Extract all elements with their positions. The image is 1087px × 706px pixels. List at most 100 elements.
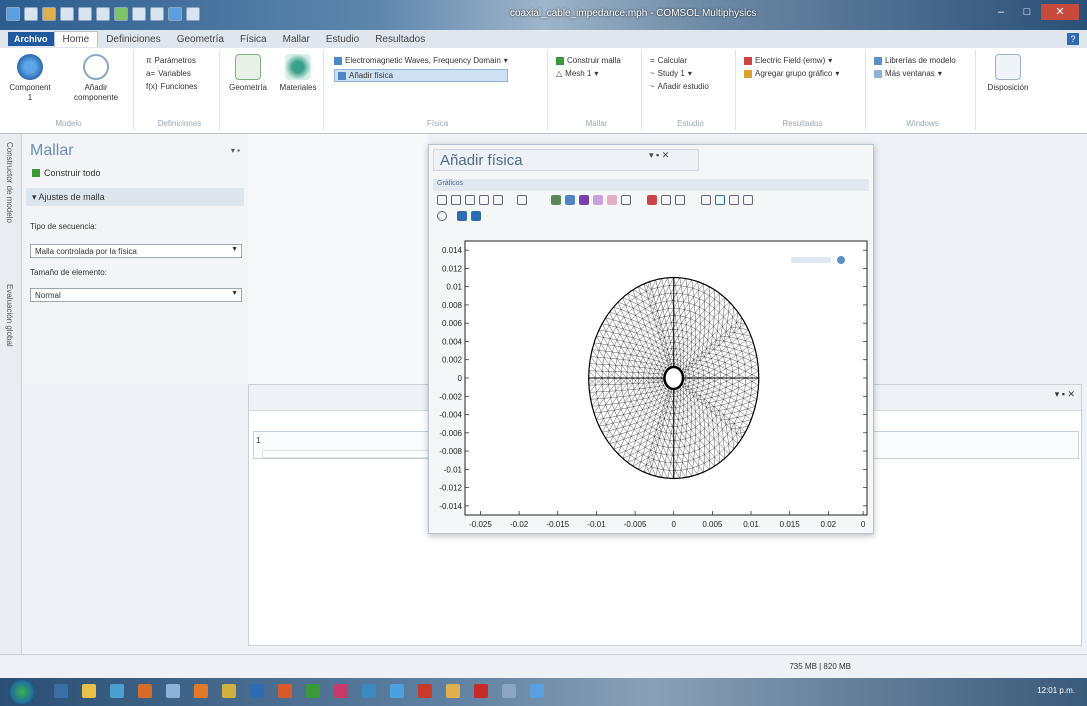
app-icon[interactable] <box>502 684 516 698</box>
select-all-icon[interactable] <box>647 195 657 205</box>
chevron-down-icon: ▾ <box>937 69 942 78</box>
ie-icon[interactable] <box>54 684 68 698</box>
layout-button[interactable]: Disposición <box>986 54 1030 93</box>
copy-icon[interactable] <box>114 7 128 21</box>
undo-icon[interactable] <box>78 7 92 21</box>
help-icon[interactable]: ? <box>1067 33 1079 45</box>
powerpoint-icon[interactable] <box>278 684 292 698</box>
geometry-button[interactable]: Geometría <box>226 54 270 93</box>
app-icon[interactable] <box>166 684 180 698</box>
clear-selection-icon[interactable] <box>621 195 631 205</box>
pin-close-icon[interactable]: ▾ ▪ ✕ <box>1055 389 1075 400</box>
app-icon[interactable] <box>334 684 348 698</box>
physics-interface-button[interactable]: Electromagnetic Waves, Frequency Domain ▾ <box>334 56 508 65</box>
element-size-select[interactable]: Normal ▼ <box>30 288 242 302</box>
add-physics-button[interactable]: Añadir física <box>334 69 508 82</box>
select-object-icon[interactable] <box>551 195 561 205</box>
explorer-icon[interactable] <box>82 684 96 698</box>
build-all-button[interactable]: Construir todo <box>32 168 101 178</box>
new-file-icon[interactable] <box>24 7 38 21</box>
app-icon[interactable] <box>222 684 236 698</box>
add-component-button[interactable]: Añadir componente <box>66 54 126 103</box>
tab-mallar[interactable]: Mallar <box>275 32 318 47</box>
grid-toggle-icon[interactable] <box>743 195 753 205</box>
functions-button[interactable]: f(x) Funciones <box>146 82 197 91</box>
file-tab[interactable]: Archivo <box>8 32 54 46</box>
save-icon[interactable] <box>60 7 74 21</box>
open-file-icon[interactable] <box>42 7 56 21</box>
study-select[interactable]: ~ Study 1 ▾ <box>650 69 709 78</box>
group-modelo-label: Modelo <box>55 119 82 128</box>
more-windows-button[interactable]: Más ventanas ▾ <box>874 69 956 78</box>
media-icon[interactable] <box>110 684 124 698</box>
component-button[interactable]: Component 1 <box>8 54 52 103</box>
tab-home[interactable]: Home <box>53 31 99 47</box>
maximize-icon[interactable]: □ <box>1015 4 1039 20</box>
app-icon[interactable] <box>446 684 460 698</box>
tab-estudio[interactable]: Estudio <box>318 32 367 47</box>
window-pin-icon[interactable]: ▾ ▪ ✕ <box>649 150 669 161</box>
model-libraries-button[interactable]: Librerías de modelo <box>874 56 956 65</box>
materials-button[interactable]: Materiales <box>276 54 320 93</box>
physics-label: Electromagnetic Waves, Frequency Domain <box>345 56 501 65</box>
zoom-out-icon[interactable] <box>451 195 461 205</box>
hide-icon[interactable] <box>675 195 685 205</box>
scene-light-icon[interactable] <box>701 195 711 205</box>
invert-selection-icon[interactable] <box>661 195 671 205</box>
mesh-settings-section[interactable]: ▾ Ajustes de malla <box>26 188 244 206</box>
zoom-in-icon[interactable] <box>437 195 447 205</box>
parameters-button[interactable]: π Parámetros <box>146 56 197 65</box>
comsol-logo-icon[interactable] <box>6 7 20 21</box>
minimize-icon[interactable]: – <box>989 4 1013 20</box>
sequence-type-select[interactable]: Malla controlada por la física ▼ <box>30 244 242 258</box>
print-icon[interactable] <box>471 211 481 221</box>
select-edge-icon[interactable] <box>593 195 603 205</box>
zoom-box-icon[interactable] <box>465 195 475 205</box>
zoom-extents-icon[interactable] <box>493 195 503 205</box>
select-boundary-icon[interactable] <box>579 195 589 205</box>
select-point-icon[interactable] <box>607 195 617 205</box>
close-icon[interactable]: ✕ <box>1041 4 1079 20</box>
settings-icon[interactable] <box>186 7 200 21</box>
duplicate-icon[interactable] <box>150 7 164 21</box>
graphics-plot[interactable]: 0.014 0.012 0.01 0.008 0.006 0.004 0.002 0 -0.00… <box>431 237 873 533</box>
add-study-button[interactable]: ~ Añadir estudio <box>650 82 709 91</box>
model-builder-tab[interactable]: Constructor de modelo <box>5 142 14 223</box>
paste-icon[interactable] <box>132 7 146 21</box>
screenshot-icon[interactable] <box>457 211 467 221</box>
mesh-select[interactable]: △ Mesh 1 ▾ <box>556 69 621 78</box>
tab-definiciones[interactable]: Definiciones <box>98 32 168 47</box>
view-icon[interactable] <box>517 195 527 205</box>
redo-icon[interactable] <box>96 7 110 21</box>
word-icon[interactable] <box>250 684 264 698</box>
wireframe-icon[interactable] <box>729 195 739 205</box>
app-icon[interactable] <box>194 684 208 698</box>
global-eval-tab[interactable]: Evaluación global <box>5 284 14 347</box>
add-plot-group-button[interactable]: Agregar grupo gráfico ▾ <box>744 69 839 78</box>
variables-button[interactable]: a= Variables <box>146 69 197 78</box>
build-mesh-button[interactable]: Construir malla <box>556 56 621 65</box>
y-tick-label: -0.012 <box>439 484 462 493</box>
zoom-selection-icon[interactable] <box>479 195 489 205</box>
mesh-plot-svg[interactable]: 0.014 0.012 0.01 0.008 0.006 0.004 0.002 0 -0.00… <box>431 237 873 533</box>
reset-view-icon[interactable] <box>437 211 447 221</box>
sequence-type-value: Malla controlada por la física <box>35 247 137 256</box>
tab-resultados[interactable]: Resultados <box>367 32 433 47</box>
excel-icon[interactable] <box>306 684 320 698</box>
app-icon[interactable] <box>390 684 404 698</box>
comsol-taskbar-icon[interactable] <box>530 684 544 698</box>
transparency-icon[interactable] <box>715 195 725 205</box>
memory-usage: 735 MB | 820 MB <box>789 662 851 671</box>
tab-geometria[interactable]: Geometría <box>169 32 232 47</box>
tab-fisica[interactable]: Física <box>232 32 275 47</box>
pin-icon[interactable]: ▾ ▪ <box>231 146 240 155</box>
app-icon[interactable] <box>138 684 152 698</box>
start-button-icon[interactable] <box>10 680 34 704</box>
compute-button[interactable]: = Calcular <box>650 56 709 65</box>
app-icon[interactable] <box>362 684 376 698</box>
app-icon[interactable] <box>418 684 432 698</box>
electric-field-button[interactable]: Electric Field (emw) ▾ <box>744 56 839 65</box>
select-domain-icon[interactable] <box>565 195 575 205</box>
compute-icon[interactable] <box>168 7 182 21</box>
pdf-icon[interactable] <box>474 684 488 698</box>
